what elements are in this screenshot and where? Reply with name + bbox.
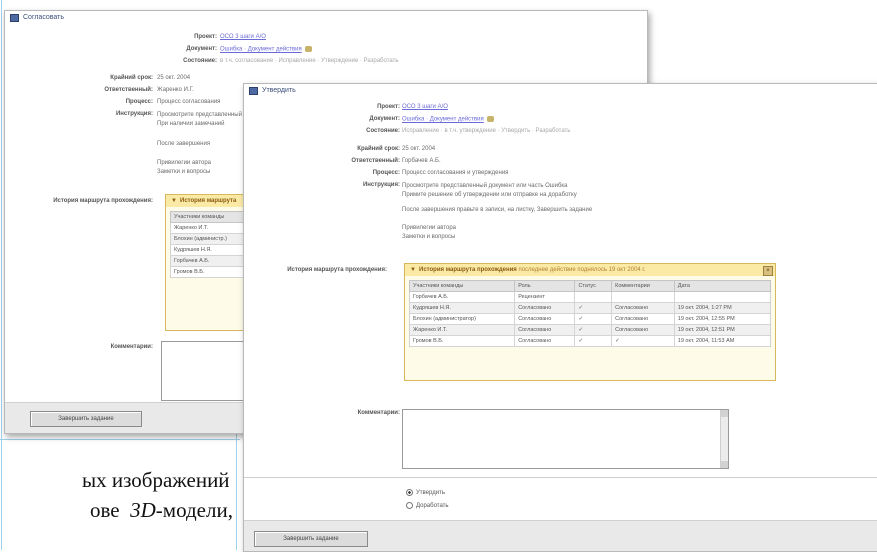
process-label: Процесс: [125, 99, 153, 105]
deadline-label: Крайний срок: [110, 75, 153, 81]
collapse-icon: ▼ [171, 198, 177, 204]
instruction-label: Инструкция: [115, 111, 153, 117]
page-guide-vertical-right [236, 430, 237, 550]
table-cell: Согласовано [514, 302, 576, 314]
window-title: Утвердить [262, 87, 296, 94]
comment-textarea[interactable] [402, 409, 729, 469]
history-table: Участники команды Роль Статус Комментари… [408, 280, 772, 347]
table-cell: Горбачев А.Б. [408, 291, 516, 303]
complete-task-button[interactable]: Завершить задание [254, 531, 368, 547]
article-text-line-1: ых изображений [82, 468, 230, 492]
column-header: Дата [673, 280, 772, 292]
table-cell: Согласовано [611, 313, 675, 325]
history-label: История маршрута прохождения: [53, 198, 153, 204]
approve-window-front: Утвердить Проект: ОСО 3 шаги А/О Докумен… [243, 83, 877, 552]
table-cell: Согласовано [611, 302, 675, 314]
radio-rework[interactable]: Доработать [406, 502, 449, 509]
table-cell: Согласовано [611, 324, 675, 336]
table-cell [611, 291, 675, 303]
document-label: Документ: [186, 46, 217, 52]
table-cell: Согласовано [514, 324, 576, 336]
history-panel-header[interactable]: ▼ История маршрута прохождения последнее… [405, 264, 775, 276]
page-guide-vertical [1, 0, 2, 550]
column-header: Статус [574, 280, 613, 292]
window-title: Согласовать [23, 14, 65, 21]
table-cell: Блохин (администратор) [408, 313, 516, 325]
document-link[interactable]: Ошибка · Документ действия [220, 46, 312, 53]
table-cell: Рецензент [514, 291, 576, 303]
radio-rework-control[interactable] [406, 502, 413, 509]
deadline-value: 25 окт. 2004 [157, 75, 191, 81]
state-value: Исправление · в т.ч. утверждение · Утвер… [402, 128, 571, 134]
state-value: в т.ч. согласование · Исправление · Утве… [220, 58, 399, 64]
table-cell: Согласовано [514, 335, 576, 347]
after-completion-text: После завершения правьте в записи, на ли… [402, 207, 593, 213]
window-titlebar: Утвердить [244, 84, 877, 99]
table-cell [673, 291, 772, 303]
collapse-icon: ▼ [410, 267, 416, 273]
table-cell: Кудряшев Н.Я. [408, 302, 516, 314]
deadline-label: Крайний срок: [357, 146, 400, 152]
table-cell [574, 291, 613, 303]
table-cell: 19 окт. 2004, 1:27 PM [673, 302, 772, 314]
process-value: Процесс согласования и утверждения [402, 170, 509, 176]
process-value: Процесс согласования [157, 99, 221, 105]
project-link[interactable]: ОСО 3 шаги А/О [402, 104, 448, 110]
table-cell: Согласовано [514, 313, 576, 325]
author-notes-text: Привилегии автора Заметки и вопросы [157, 160, 212, 175]
pin-icon [486, 116, 494, 122]
history-panel: ▼ История маршрута прохождения последнее… [404, 263, 776, 381]
process-label: Процесс: [372, 170, 400, 176]
table-cell: ✓ [574, 313, 613, 325]
project-label: Проект: [377, 104, 400, 110]
history-label: История маршрута прохождения: [287, 267, 387, 273]
comment-label: Комментарии: [357, 410, 400, 416]
window-titlebar: Согласовать [5, 11, 647, 26]
table-cell: 19 окт. 2004, 11:53 AM [673, 335, 772, 347]
table-cell: ✓ [574, 335, 613, 347]
state-label: Состояние: [183, 58, 217, 64]
scroll-down-icon[interactable] [721, 461, 728, 468]
instruction-label: Инструкция: [362, 182, 400, 188]
project-link[interactable]: ОСО 3 шаги А/О [220, 34, 266, 40]
instruction-value: Просмотрите представленный документ или … [402, 183, 577, 198]
textarea-scrollbar[interactable] [720, 410, 728, 468]
table-cell: ✓ [574, 324, 613, 336]
deadline-value: 25 окт. 2004 [402, 146, 436, 152]
responsible-label: Ответственный: [351, 158, 400, 164]
document-link[interactable]: Ошибка · Документ действия [402, 116, 494, 123]
responsible-label: Ответственный: [104, 87, 153, 93]
task-icon [10, 14, 19, 22]
responsible-value: Жаренко И.Г. [157, 87, 194, 93]
table-cell: 19 окт. 2004, 12:55 PM [673, 313, 772, 325]
table-cell: 19 окт. 2004, 12:51 PM [673, 324, 772, 336]
close-icon[interactable]: × [763, 266, 773, 276]
comment-label: Комментарии: [110, 344, 153, 350]
radio-approve-control[interactable] [406, 489, 413, 496]
article-text-line-2: ове 3D-модели, [90, 498, 233, 522]
column-header: Роль [514, 280, 576, 292]
task-icon [249, 87, 258, 95]
table-cell: ✓ [574, 302, 613, 314]
column-header: Участники команды [408, 280, 516, 292]
author-notes-text: Привилегии автора Заметки и вопросы [402, 225, 457, 240]
window-footer: Завершить задание [244, 520, 877, 551]
divider [244, 477, 877, 478]
state-label: Состояние: [366, 128, 400, 134]
complete-task-button[interactable]: Завершить задание [30, 411, 142, 427]
responsible-value: Горбачев А.Б. [402, 158, 441, 164]
pin-icon [304, 46, 312, 52]
table-cell: Громов В.Б. [408, 335, 516, 347]
scroll-up-icon[interactable] [721, 410, 728, 417]
table-cell: Жаренко И.Т. [408, 324, 516, 336]
after-completion-text: После завершения [157, 141, 211, 147]
project-label: Проект: [194, 34, 217, 40]
page-guide-horizontal [0, 439, 240, 440]
document-label: Документ: [369, 116, 400, 122]
column-header: Комментарии [611, 280, 675, 292]
table-cell: ✓ [611, 335, 675, 347]
radio-approve[interactable]: Утвердить [406, 489, 445, 496]
